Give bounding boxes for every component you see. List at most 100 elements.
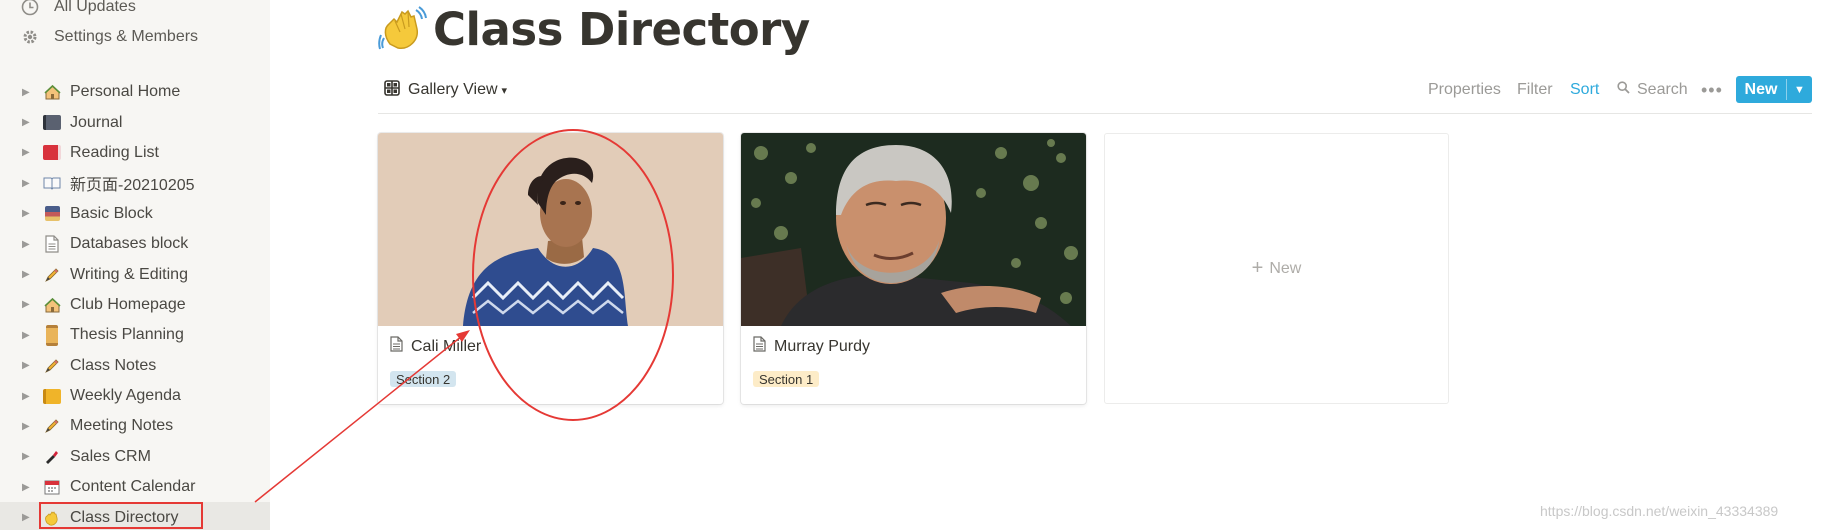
sidebar-item-label: Personal Home	[70, 83, 181, 101]
expand-arrow-icon[interactable]: ▶	[22, 147, 32, 158]
chevron-down-icon: ▾	[501, 84, 508, 97]
scroll-icon	[42, 324, 62, 346]
open-book-icon	[42, 173, 62, 193]
expand-arrow-icon[interactable]: ▶	[22, 421, 32, 432]
clock-icon	[18, 0, 42, 17]
expand-arrow-icon[interactable]: ▶	[22, 391, 32, 402]
house-icon	[42, 295, 62, 315]
sidebar-item-label: Class Directory	[70, 508, 179, 526]
sidebar-item-label: Basic Block	[70, 204, 153, 222]
search-label: Search	[1637, 81, 1688, 98]
house-icon	[42, 82, 62, 102]
page-title: Class Directory	[433, 3, 810, 56]
new-button-label: New	[1744, 80, 1778, 98]
sidebar-item-label: Journal	[70, 113, 123, 131]
card-title-row: Murray Purdy	[753, 336, 870, 357]
sidebar-item-personal-home[interactable]: ▶ Personal Home	[0, 77, 270, 107]
sort-button[interactable]: Sort	[1570, 78, 1599, 102]
film-frames-icon	[42, 204, 62, 224]
sidebar-item-sales-crm[interactable]: ▶ Sales CRM	[0, 442, 270, 472]
sidebar-item-label: Club Homepage	[70, 295, 186, 313]
sidebar-item-label: Weekly Agenda	[70, 387, 181, 405]
waving-hand-icon	[42, 508, 62, 528]
gallery-grid-icon	[384, 79, 400, 101]
search-icon	[1617, 81, 1630, 99]
card-title: Murray Purdy	[774, 337, 871, 355]
lipstick-icon	[42, 447, 62, 467]
gallery-card-murray-purdy[interactable]: Murray Purdy Section 1	[741, 133, 1086, 404]
sidebar-item-basic-block[interactable]: ▶ Basic Block	[0, 199, 270, 229]
ledger-icon	[42, 386, 62, 406]
sidebar-item-journal[interactable]: ▶ Journal	[0, 107, 270, 137]
view-label: Gallery View	[408, 81, 498, 98]
sidebar-item-label: Sales CRM	[70, 447, 151, 465]
add-new-card[interactable]: + New	[1104, 133, 1449, 404]
sidebar-item-club-homepage[interactable]: ▶ Club Homepage	[0, 290, 270, 320]
settings-members-label: Settings & Members	[54, 28, 199, 45]
all-updates-item[interactable]: All Updates	[18, 0, 136, 20]
expand-arrow-icon[interactable]: ▶	[22, 239, 32, 250]
pencil-icon	[42, 356, 62, 376]
page-icon	[42, 234, 62, 254]
expand-arrow-icon[interactable]: ▶	[22, 87, 32, 98]
pencil-icon	[42, 265, 62, 285]
expand-arrow-icon[interactable]: ▶	[22, 178, 32, 189]
new-button[interactable]: New ▼	[1736, 76, 1812, 103]
sidebar-item-content-calendar[interactable]: ▶ Content Calendar	[0, 472, 270, 502]
expand-arrow-icon[interactable]: ▶	[22, 208, 32, 219]
expand-arrow-icon[interactable]: ▶	[22, 269, 32, 280]
settings-members-item[interactable]: Settings & Members	[18, 24, 198, 50]
expand-arrow-icon[interactable]: ▶	[22, 482, 32, 493]
view-switcher[interactable]: Gallery View ▾	[384, 78, 507, 102]
sidebar-item-meeting-notes[interactable]: ▶ Meeting Notes	[0, 411, 270, 441]
sidebar-item-class-notes[interactable]: ▶ Class Notes	[0, 351, 270, 381]
more-options-icon[interactable]: •••	[1701, 78, 1723, 102]
red-book-icon	[42, 143, 62, 163]
sidebar-item-databases-block[interactable]: ▶ Databases block	[0, 229, 270, 259]
expand-arrow-icon[interactable]: ▶	[22, 360, 32, 371]
cover-photo-woman	[378, 133, 723, 326]
sidebar-item-class-directory[interactable]: ▶ Class Directory	[0, 502, 270, 530]
watermark-text: https://blog.csdn.net/weixin_43334389	[1540, 503, 1779, 519]
page-icon	[753, 336, 766, 357]
sidebar: All Updates Settings & Members ▶ Persona…	[0, 0, 270, 530]
sidebar-item-label: Meeting Notes	[70, 417, 174, 435]
search-button[interactable]: Search	[1617, 78, 1688, 102]
filter-button[interactable]: Filter	[1517, 78, 1553, 102]
sidebar-item-new-page[interactable]: ▶ 新页面-20210205	[0, 168, 270, 198]
sidebar-item-label: 新页面-20210205	[70, 177, 195, 195]
sidebar-item-reading-list[interactable]: ▶ Reading List	[0, 138, 270, 168]
plus-icon: +	[1251, 257, 1264, 279]
sidebar-item-label: Class Notes	[70, 356, 157, 374]
gallery-card-cali-miller[interactable]: Cali Miller Section 2	[378, 133, 723, 404]
sidebar-item-label: Thesis Planning	[70, 326, 184, 344]
section-tag: Section 2	[390, 371, 457, 387]
expand-arrow-icon[interactable]: ▶	[22, 330, 32, 341]
notebook-icon	[42, 113, 62, 133]
calendar-icon	[42, 477, 62, 497]
page-icon	[390, 336, 403, 357]
pencil-icon	[42, 416, 62, 436]
toolbar-divider	[378, 113, 1812, 114]
sidebar-item-writing-editing[interactable]: ▶ Writing & Editing	[0, 259, 270, 289]
expand-arrow-icon[interactable]: ▶	[22, 512, 32, 523]
chevron-down-icon[interactable]: ▼	[1787, 76, 1812, 103]
page-list: ▶ Personal Home ▶ Journal ▶ Reading List…	[0, 77, 270, 530]
sidebar-item-weekly-agenda[interactable]: ▶ Weekly Agenda	[0, 381, 270, 411]
sidebar-item-label: Writing & Editing	[70, 265, 188, 283]
expand-arrow-icon[interactable]: ▶	[22, 451, 32, 462]
sidebar-item-label: Content Calendar	[70, 478, 196, 496]
gear-icon	[18, 27, 42, 47]
expand-arrow-icon[interactable]: ▶	[22, 299, 32, 310]
all-updates-label: All Updates	[54, 0, 136, 15]
sidebar-item-label: Reading List	[70, 143, 159, 161]
expand-arrow-icon[interactable]: ▶	[22, 117, 32, 128]
waving-hand-icon[interactable]	[378, 4, 428, 54]
sidebar-item-label: Databases block	[70, 235, 189, 253]
section-tag: Section 1	[753, 371, 820, 387]
add-new-card-label: New	[1269, 259, 1302, 277]
card-title-row: Cali Miller	[390, 336, 481, 357]
cover-photo-man	[741, 133, 1086, 326]
properties-button[interactable]: Properties	[1428, 78, 1501, 102]
sidebar-item-thesis-planning[interactable]: ▶ Thesis Planning	[0, 320, 270, 350]
